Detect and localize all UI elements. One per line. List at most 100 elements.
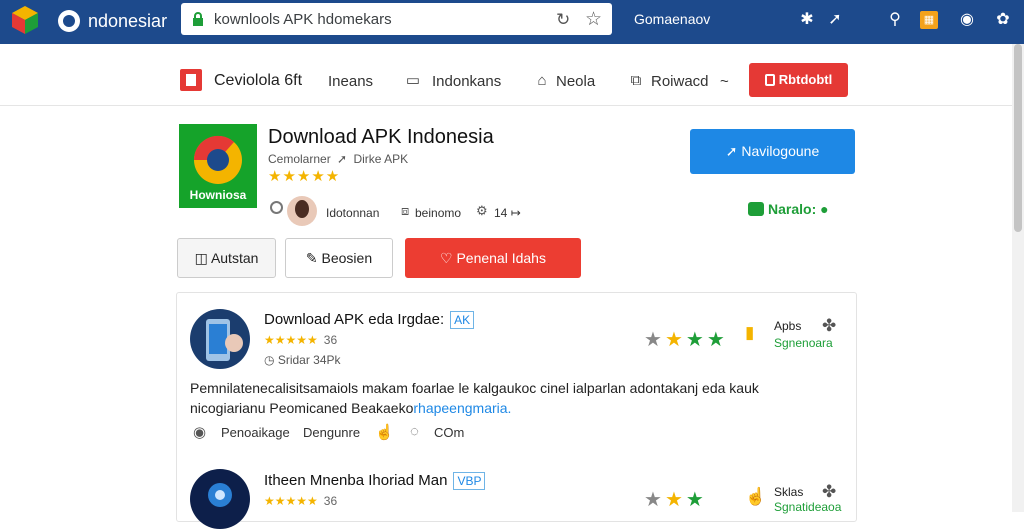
review-body-link[interactable]: rhapeengmaria.	[413, 400, 511, 416]
app-rating-stars: ★★★★★	[268, 168, 341, 185]
apps-icon[interactable]: ✱	[796, 9, 818, 31]
review-count: 36	[323, 333, 338, 347]
nav-chevron-icon[interactable]: ~	[720, 73, 729, 90]
nav-cta-label: Rbtdobtl	[778, 72, 833, 87]
check-circle-icon: ●	[816, 201, 829, 217]
nav-cta-button[interactable]: Rbtdobtl	[749, 63, 848, 97]
review-title-text: Download APK eda Irgdae:	[264, 311, 445, 328]
help-icon[interactable]: ◉	[956, 9, 978, 31]
browser-title: ndonesiar	[88, 11, 168, 31]
review-tag: AK	[450, 311, 475, 329]
address-bar[interactable]: kownlools APK hdomekars ↻ ☆	[181, 3, 612, 35]
pin-icon[interactable]: ➚	[824, 9, 846, 31]
eye-icon: ◉	[193, 424, 207, 441]
site-name[interactable]: Ceviolola 6ft	[214, 72, 302, 90]
meta-count-value: 14	[494, 206, 508, 220]
avatar[interactable]	[287, 196, 317, 226]
action-button-penenal[interactable]: ♡ Penenal Idahs	[405, 238, 581, 278]
browser-home-icon[interactable]	[58, 10, 80, 32]
review-sub: ◷ Sridar 34Pk	[264, 353, 341, 367]
action-button-beosien[interactable]: ✎ Beosien	[285, 238, 393, 278]
review-count: 36	[323, 494, 338, 508]
review-avatar[interactable]	[190, 309, 250, 369]
side-label: Sklas	[774, 485, 804, 499]
review-sub-text: Sridar 34Pk	[277, 353, 341, 367]
review-stars-glyphs: ★★★★★	[264, 494, 318, 508]
puzzle-icon[interactable]: ✤	[822, 316, 836, 336]
bookmark-icon[interactable]: ▮	[745, 323, 754, 343]
developer-tag: Dirke APK	[353, 152, 409, 166]
action-label: Beosien	[321, 250, 373, 266]
star-icon: ★	[685, 329, 707, 351]
action-label: Penenal Idahs	[456, 250, 546, 266]
star-icon: ★	[664, 329, 686, 351]
comment-icon[interactable]: ◌	[410, 423, 419, 440]
side-label: Apbs	[774, 319, 802, 333]
concert-image-icon	[208, 483, 232, 507]
app-icon: Howniosa	[179, 124, 257, 208]
star-icon: ★	[706, 329, 728, 351]
review-body: Pemnilatenecalisitsamaiols makam foarlae…	[190, 378, 830, 418]
review-title[interactable]: Itheen Mnenba Ihoriad Man VBP	[264, 472, 486, 490]
chat-bubble-icon	[748, 202, 764, 216]
review-title-text: Itheen Mnenba Ihoriad Man	[264, 472, 448, 489]
star-icon: ★	[644, 489, 665, 511]
footer-item[interactable]: COm	[434, 425, 464, 440]
review-avatar[interactable]	[190, 469, 250, 529]
phone-image-icon	[206, 319, 243, 361]
review-stars-glyphs: ★★★★★	[264, 333, 318, 347]
cta-icon	[764, 74, 775, 86]
bookmark-star-icon[interactable]: ☆	[585, 8, 602, 31]
install-icon: ➚	[725, 143, 742, 159]
edit-icon: ✎	[305, 250, 322, 266]
app-developer[interactable]: Cemolarner ➚ Dirke APK	[268, 152, 408, 166]
app-title: Download APK Indonesia	[268, 126, 494, 148]
install-button[interactable]: ➚ Navilogoune	[690, 129, 855, 174]
action-label: Autstan	[210, 250, 259, 266]
puzzle-icon[interactable]: ✤	[822, 482, 836, 502]
search-icon[interactable]: ⚲	[884, 9, 906, 31]
bell-icon: ⌂	[537, 72, 547, 89]
app-cube-icon[interactable]	[10, 4, 40, 36]
side-green-label[interactable]: Sgnenoara	[774, 336, 833, 350]
radio-icon[interactable]	[270, 201, 283, 214]
review-tag: VBP	[453, 472, 486, 490]
status-badge: Naralo: ●	[748, 201, 829, 217]
install-label: Navilogoune	[741, 143, 820, 159]
scrollbar[interactable]	[1012, 44, 1024, 512]
url-text[interactable]: kownlools APK hdomekars	[214, 11, 392, 28]
profile-name[interactable]: Gomaenaov	[634, 11, 710, 27]
calendar-icon[interactable]: ▦	[920, 11, 938, 29]
action-button-autstan[interactable]: ◫ Autstan	[177, 238, 276, 278]
nav-item-roiwacd[interactable]: Roiwacd	[651, 73, 709, 90]
review-stars: ★★★★★ 36	[264, 333, 337, 347]
star-icon: ★	[664, 489, 686, 511]
review-stars: ★★★★★ 36	[264, 494, 337, 508]
nav-item-ineans[interactable]: Ineans	[328, 73, 373, 90]
settings-icon[interactable]: ✿	[992, 9, 1014, 31]
lock-icon	[193, 12, 203, 26]
window-icon: ◫	[194, 250, 211, 266]
chat-icon: ▭	[405, 72, 421, 89]
footer-item[interactable]: Penoaikage	[221, 425, 290, 440]
rating-stars-row[interactable]: ★★★★	[644, 327, 728, 352]
rating-stars-row[interactable]: ★★★	[644, 487, 707, 512]
developer-arrow-icon: ➚	[337, 152, 348, 166]
footer-item[interactable]: Dengunre	[303, 425, 360, 440]
status-badge-label: Naralo:	[768, 201, 817, 217]
heart-shield-icon: ♡	[440, 250, 457, 266]
gear-icon: ⚙	[476, 203, 488, 218]
developer-name[interactable]: Cemolarner	[268, 152, 331, 166]
nav-item-neola[interactable]: Neola	[556, 73, 595, 90]
meta-category: beinomo	[415, 206, 462, 220]
site-navbar: Ceviolola 6ft Ineans ▭ Indonkans ⌂ Neola…	[0, 56, 1024, 106]
gift-icon: ⧉	[630, 72, 642, 89]
thumbs-up-icon[interactable]: ☝	[375, 423, 394, 441]
reload-icon[interactable]: ↻	[556, 10, 570, 30]
thumbs-up-icon[interactable]: ☝	[745, 487, 766, 507]
scrollbar-thumb[interactable]	[1014, 44, 1022, 232]
meta-author[interactable]: Idotonnan	[326, 206, 379, 220]
review-title[interactable]: Download APK eda Irgdae: AK	[264, 311, 475, 329]
nav-item-indonkans[interactable]: Indonkans	[432, 73, 501, 90]
site-logo-icon[interactable]	[180, 69, 202, 91]
